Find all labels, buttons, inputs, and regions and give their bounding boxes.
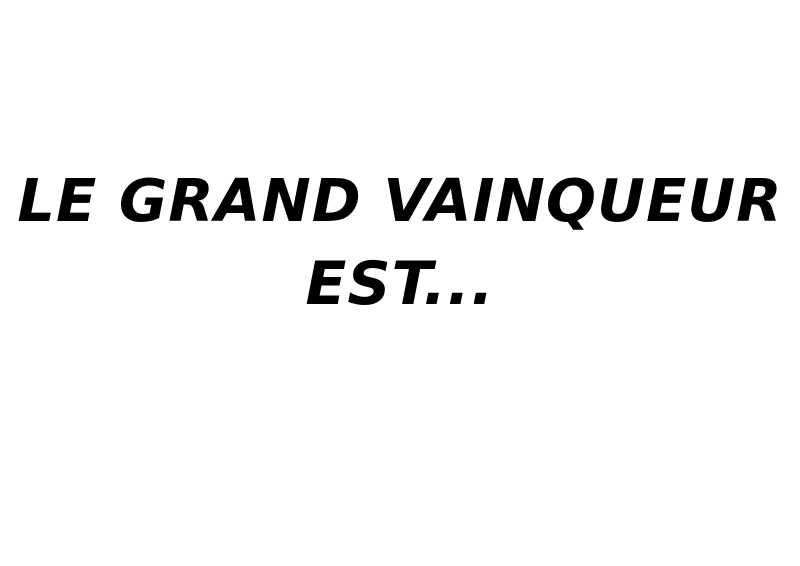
slide-page: LE GRAND VAINQUEUR EST... xyxy=(0,0,800,566)
headline-line-2: EST... xyxy=(305,249,495,319)
headline-line-1: LE GRAND VAINQUEUR xyxy=(17,166,783,235)
